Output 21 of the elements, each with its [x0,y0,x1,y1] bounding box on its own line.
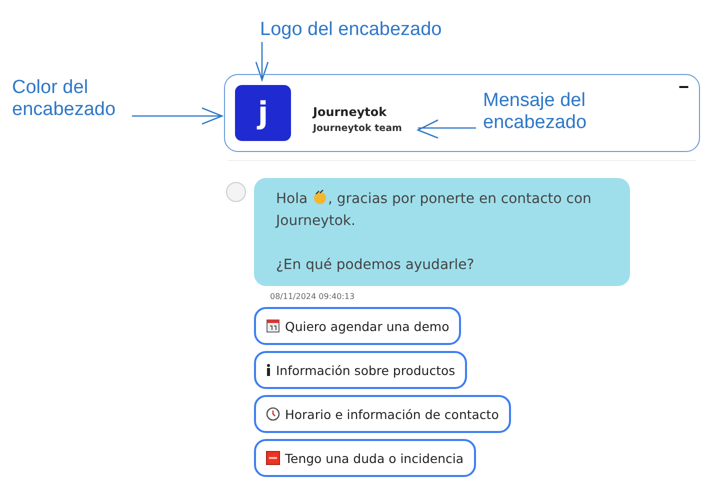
info-icon [266,364,271,376]
avatar-icon [226,182,246,202]
quick-reply-button[interactable]: Información sobre productos [254,351,468,389]
annotation-label: Logo del encabezado [260,19,443,41]
annotation-label: Color del encabezado [12,77,117,121]
annotation-label: Mensaje del encabezado [483,90,588,134]
message-question: ¿En qué podemos ayudarle? [276,256,476,275]
header-logo: j [235,85,291,141]
minimize-button[interactable]: − [674,77,693,98]
quick-reply-button[interactable]: Tengo una duda o incidencia [254,439,476,477]
clock-icon [266,407,280,421]
message-timestamp: 08/11/2024 09:40:13 [270,292,356,301]
quick-reply-button[interactable]: Quiero agendar una demo [254,307,462,345]
calendar-icon [266,319,280,333]
header-title: Journeytok [313,104,388,118]
annotation-arrow [254,42,270,82]
message-text: Hola , gracias por ponerte en contacto con Journeytok. [276,188,592,231]
annotation-arrow [416,120,478,140]
quick-reply-button[interactable]: Horario e información de contacto [254,395,511,433]
sos-icon [266,451,280,465]
header-subtitle: Journeytok team [313,122,402,134]
